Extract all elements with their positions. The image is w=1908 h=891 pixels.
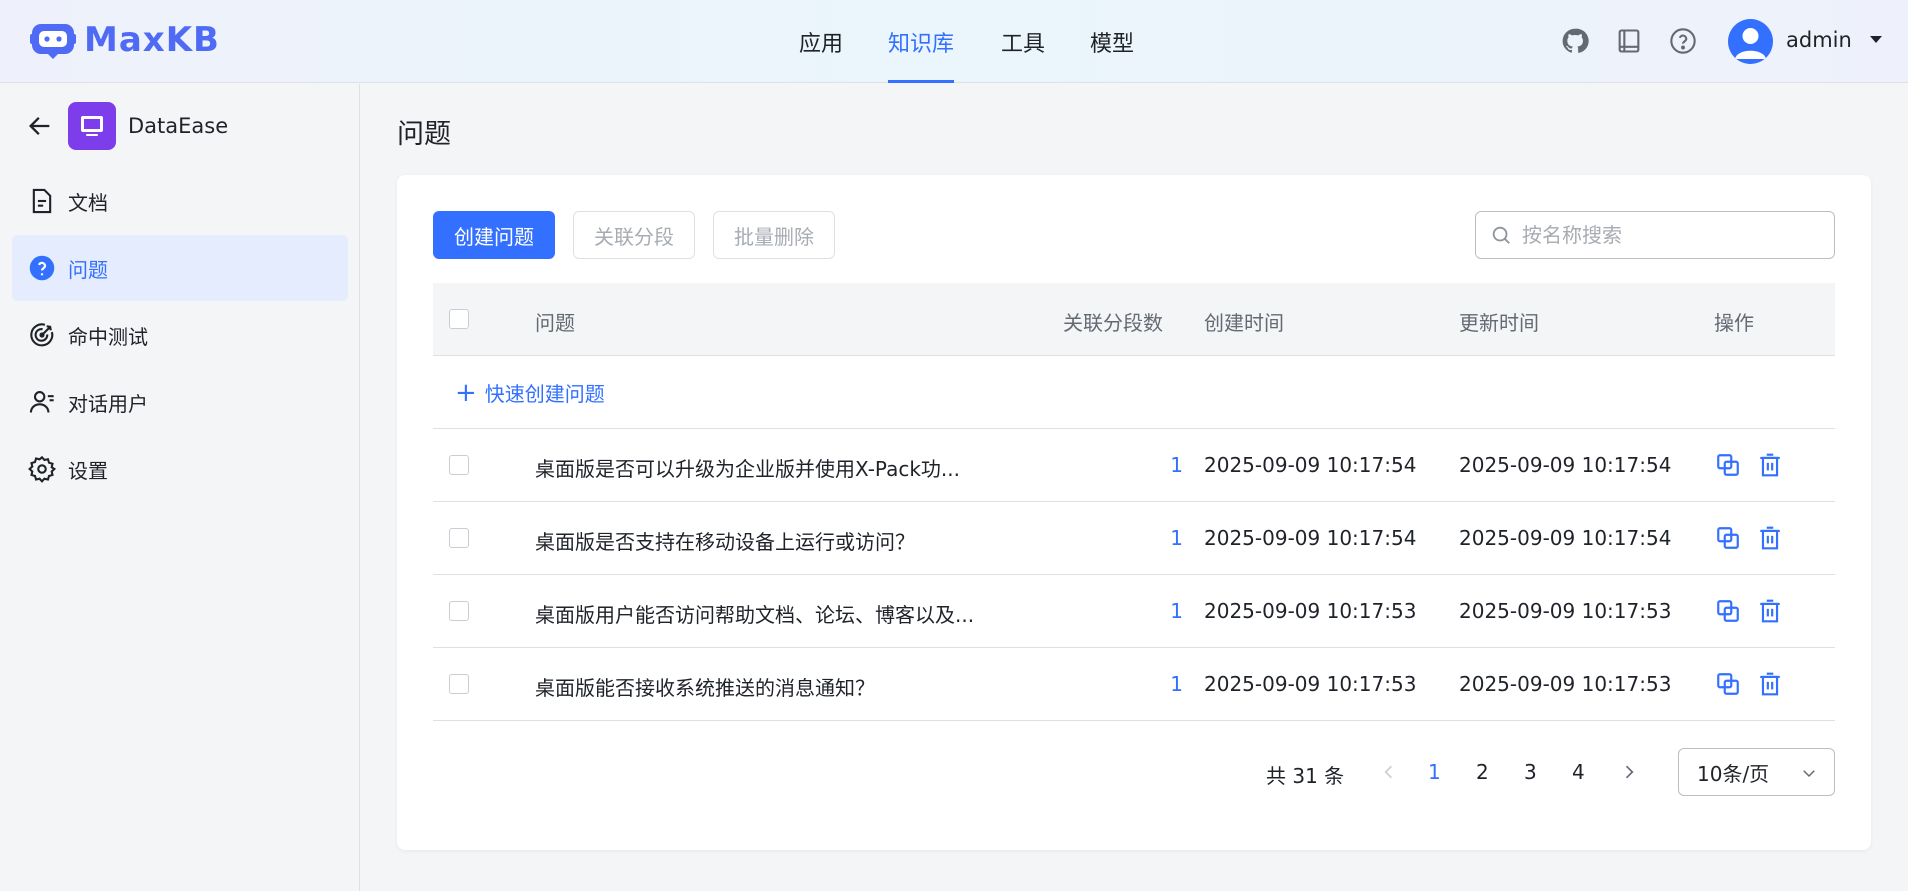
delete-icon[interactable]: [1757, 452, 1783, 478]
col-header-updated: 更新时间: [1459, 311, 1539, 335]
sidebar-item-label: 问题: [68, 257, 108, 282]
question-text[interactable]: 桌面版是否支持在移动设备上运行或访问？: [535, 526, 915, 555]
monitor-icon: [81, 116, 103, 136]
delete-icon[interactable]: [1757, 671, 1783, 697]
link-icon[interactable]: [1715, 671, 1741, 697]
batch-delete-button[interactable]: 批量删除: [713, 211, 835, 259]
chevron-down-icon: [1803, 770, 1815, 778]
search-box[interactable]: [1475, 211, 1835, 259]
delete-icon[interactable]: [1757, 525, 1783, 551]
select-all-checkbox[interactable]: [449, 309, 469, 329]
questions-table: 问题 关联分段数 创建时间 更新时间 操作 + 快速创建问题 桌面版是否可以升级…: [433, 283, 1835, 721]
avatar[interactable]: [1728, 19, 1773, 64]
search-icon: [1492, 226, 1510, 244]
link-segment-button[interactable]: 关联分段: [573, 211, 695, 259]
book-icon[interactable]: [1615, 27, 1643, 55]
search-input[interactable]: [1522, 223, 1812, 247]
quick-create-label: 快速创建问题: [484, 382, 605, 406]
sidebar-item-label: 文档: [68, 190, 108, 215]
page-size-select[interactable]: 10条/页: [1678, 748, 1835, 796]
sidebar-item-label: 对话用户: [68, 391, 148, 416]
prev-page-icon[interactable]: [1379, 762, 1399, 782]
kb-name: DataEase: [128, 114, 229, 138]
created-time: 2025-09-09 10:17:54: [1204, 453, 1417, 477]
question-text[interactable]: 桌面版是否可以升级为企业版并使用X-Pack功...: [535, 453, 960, 482]
updated-time: 2025-09-09 10:17:54: [1459, 526, 1672, 550]
document-icon: [32, 188, 52, 214]
table-row[interactable]: 桌面版用户能否访问帮助文档、论坛、博客以及... 1 2025-09-09 10…: [433, 575, 1835, 648]
top-header: MaxKB 应用 知识库 工具 模型 admin: [0, 0, 1908, 83]
question-text[interactable]: 桌面版能否接收系统推送的消息通知？: [535, 672, 875, 701]
sidebar-item-questions[interactable]: 问题: [12, 235, 348, 301]
user-menu-caret-icon[interactable]: [1870, 36, 1882, 43]
question-icon: [29, 255, 55, 281]
page-4[interactable]: 4: [1572, 760, 1585, 784]
row-checkbox[interactable]: [449, 674, 469, 694]
link-icon[interactable]: [1715, 598, 1741, 624]
col-header-question: 问题: [535, 311, 575, 335]
table-row[interactable]: 桌面版能否接收系统推送的消息通知？ 1 2025-09-09 10:17:53 …: [433, 648, 1835, 721]
row-checkbox[interactable]: [449, 528, 469, 548]
delete-icon[interactable]: [1757, 598, 1783, 624]
created-time: 2025-09-09 10:17:54: [1204, 526, 1417, 550]
plus-icon: +: [455, 377, 477, 408]
sidebar-item-settings[interactable]: 设置: [12, 436, 348, 502]
segment-count: 1: [1170, 672, 1183, 696]
link-icon[interactable]: [1715, 452, 1741, 478]
nav-item-models[interactable]: 模型: [1090, 26, 1134, 83]
table-header: 问题 关联分段数 创建时间 更新时间 操作: [433, 283, 1835, 356]
sidebar-item-label: 命中测试: [68, 324, 148, 349]
table-row[interactable]: 桌面版是否支持在移动设备上运行或访问？ 1 2025-09-09 10:17:5…: [433, 502, 1835, 575]
updated-time: 2025-09-09 10:17:53: [1459, 672, 1672, 696]
nav-item-knowledge[interactable]: 知识库: [888, 26, 955, 83]
github-icon[interactable]: [1561, 27, 1589, 55]
next-page-icon[interactable]: [1619, 762, 1639, 782]
link-icon[interactable]: [1715, 525, 1741, 551]
nav-item-tools[interactable]: 工具: [1001, 26, 1045, 83]
help-icon[interactable]: [1669, 27, 1697, 55]
gear-icon: [28, 455, 56, 483]
col-header-created: 创建时间: [1204, 311, 1284, 335]
segment-count: 1: [1170, 453, 1183, 477]
user-name[interactable]: admin: [1786, 28, 1852, 52]
sidebar: DataEase 文档 问题 命中测试 对话用户 设置: [0, 84, 360, 891]
pagination: 共 31 条 1 2 3 4 10条/页: [397, 748, 1871, 796]
target-icon: [30, 323, 54, 347]
page-size-label: 10条/页: [1697, 761, 1770, 786]
sidebar-item-documents[interactable]: 文档: [12, 168, 348, 234]
created-time: 2025-09-09 10:17:53: [1204, 599, 1417, 623]
created-time: 2025-09-09 10:17:53: [1204, 672, 1417, 696]
kb-header: DataEase: [26, 102, 228, 150]
sidebar-item-chat-users[interactable]: 对话用户: [12, 369, 348, 435]
segment-count: 1: [1170, 526, 1183, 550]
chat-user-icon: [29, 391, 54, 413]
row-checkbox[interactable]: [449, 601, 469, 621]
row-checkbox[interactable]: [449, 455, 469, 475]
col-header-segment-count: 关联分段数: [1063, 311, 1163, 335]
total-count: 共 31 条: [1266, 764, 1345, 788]
sidebar-item-hit-test[interactable]: 命中测试: [12, 302, 348, 368]
updated-time: 2025-09-09 10:17:54: [1459, 453, 1672, 477]
col-header-actions: 操作: [1714, 311, 1754, 335]
question-text[interactable]: 桌面版用户能否访问帮助文档、论坛、博客以及...: [535, 599, 974, 628]
nav-item-apps[interactable]: 应用: [799, 26, 843, 83]
page-2[interactable]: 2: [1476, 760, 1489, 784]
page-3[interactable]: 3: [1524, 760, 1537, 784]
questions-card: 创建问题 关联分段 批量删除 问题 关联分段数 创建时间 更新时间 操作 + 快…: [397, 175, 1871, 850]
updated-time: 2025-09-09 10:17:53: [1459, 599, 1672, 623]
sidebar-item-label: 设置: [68, 458, 108, 483]
create-question-button[interactable]: 创建问题: [433, 211, 555, 259]
quick-create-row: + 快速创建问题: [433, 356, 1835, 429]
kb-icon: [68, 102, 116, 150]
page-1[interactable]: 1: [1428, 760, 1441, 784]
segment-count: 1: [1170, 599, 1183, 623]
back-arrow-icon[interactable]: [26, 112, 54, 140]
quick-create-button[interactable]: + 快速创建问题: [455, 378, 605, 407]
user-icon: [1735, 28, 1766, 59]
table-row[interactable]: 桌面版是否可以升级为企业版并使用X-Pack功... 1 2025-09-09 …: [433, 429, 1835, 502]
page-title: 问题: [397, 119, 451, 150]
